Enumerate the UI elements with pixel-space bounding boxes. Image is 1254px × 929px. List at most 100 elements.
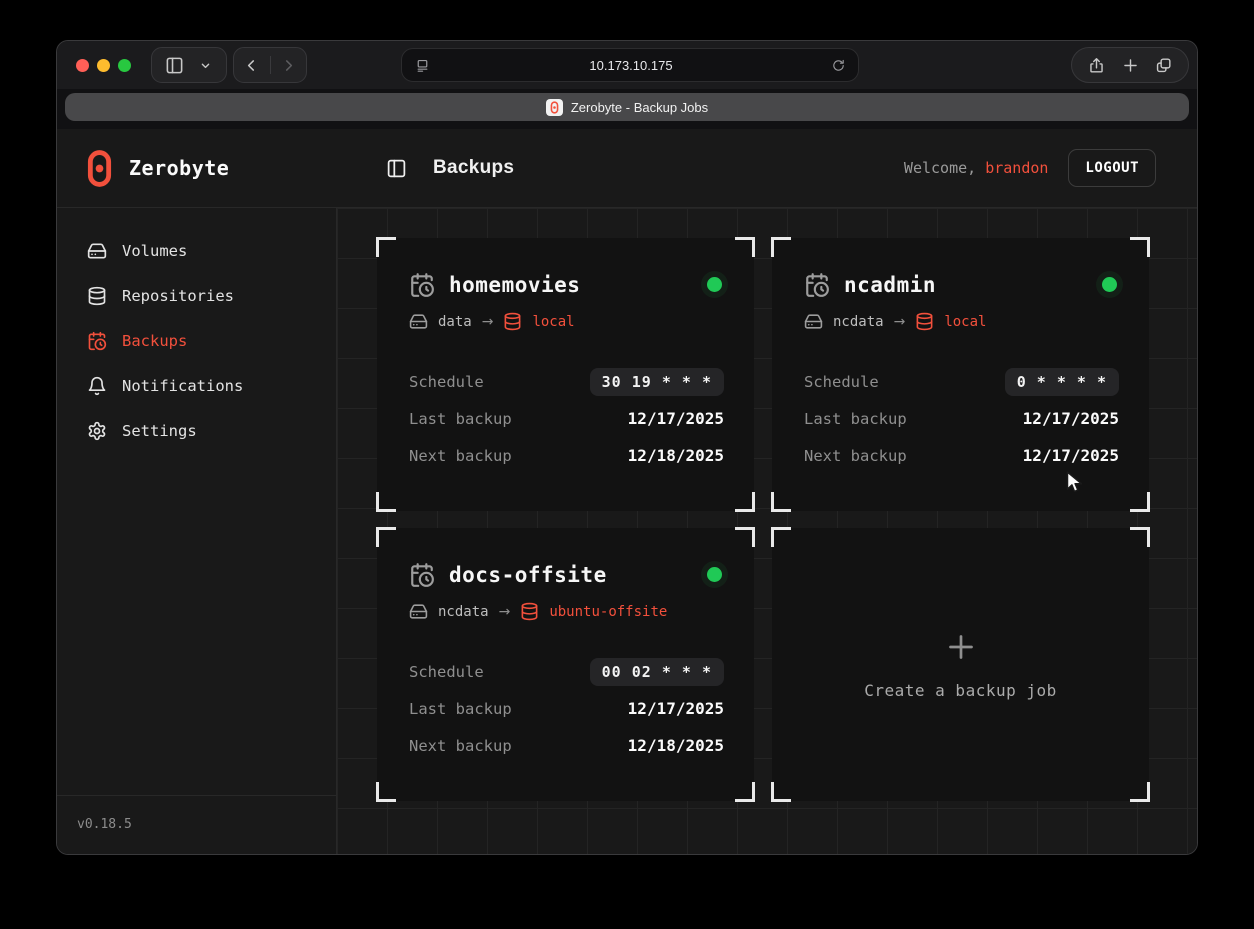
corner-bracket [735, 237, 755, 257]
job-name: homemovies [449, 273, 580, 297]
corner-bracket [1130, 492, 1150, 512]
browser-sidebar-group [151, 47, 227, 83]
corner-bracket [1130, 237, 1150, 257]
sidebar-item-backups[interactable]: Backups [57, 318, 336, 363]
corner-bracket [376, 527, 396, 547]
page-title-wrap: Backups [386, 129, 514, 207]
backup-job-card-ncadmin[interactable]: ncadmin ncdata → local Schedule 0 * * * * [772, 238, 1149, 511]
brand-name: Zerobyte [129, 156, 229, 180]
sidebar-item-settings[interactable]: Settings [57, 408, 336, 453]
browser-toolbar: 10.173.10.175 [57, 41, 1197, 89]
zoom-window-button[interactable] [118, 59, 131, 72]
address-bar[interactable]: 10.173.10.175 [401, 48, 859, 82]
database-icon [503, 312, 522, 331]
create-backup-job-card[interactable]: Create a backup job [772, 528, 1149, 801]
card-header: homemovies [409, 272, 724, 298]
browser-actions-group [1071, 47, 1189, 83]
calendar-clock-icon [409, 562, 435, 588]
chevron-down-icon[interactable] [198, 58, 213, 73]
sidebar-toggle-icon[interactable] [165, 56, 184, 75]
last-backup-label: Last backup [804, 410, 907, 428]
brand[interactable]: Zerobyte [86, 129, 229, 207]
last-backup-date: 12/17/2025 [1023, 409, 1119, 428]
browser-window: 10.173.10.175 Zerobyte - Backup Jobs [56, 40, 1198, 855]
calendar-clock-icon [87, 331, 107, 351]
corner-bracket [735, 782, 755, 802]
panel-left-icon[interactable] [386, 158, 407, 179]
plus-icon [943, 629, 979, 665]
sidebar-item-label: Settings [122, 422, 197, 440]
schedule-label: Schedule [409, 663, 484, 681]
corner-bracket [1130, 527, 1150, 547]
active-tab[interactable]: Zerobyte - Backup Jobs [65, 93, 1189, 121]
share-icon[interactable] [1087, 56, 1106, 75]
next-backup-label: Next backup [409, 447, 512, 465]
database-icon [520, 602, 539, 621]
job-route: data → local [409, 312, 724, 331]
sidebar-item-label: Notifications [122, 377, 243, 395]
sidebar: Volumes Repositories Backups Notifi [57, 208, 337, 855]
status-ok-dot [707, 277, 722, 292]
url-text[interactable]: 10.173.10.175 [431, 58, 831, 73]
forward-button[interactable] [280, 57, 297, 74]
schedule-cron: 0 * * * * [1005, 368, 1119, 396]
corner-bracket [376, 237, 396, 257]
corner-bracket [376, 492, 396, 512]
sidebar-item-notifications[interactable]: Notifications [57, 363, 336, 408]
last-backup-label: Last backup [409, 410, 512, 428]
calendar-clock-icon [804, 272, 830, 298]
sidebar-footer: v0.18.5 [57, 795, 336, 855]
backup-job-card-docs-offsite[interactable]: docs-offsite ncdata → ubuntu-offsite Sch… [377, 528, 754, 801]
back-button[interactable] [243, 57, 260, 74]
sidebar-item-repositories[interactable]: Repositories [57, 273, 336, 318]
calendar-clock-icon [409, 272, 435, 298]
corner-bracket [771, 782, 791, 802]
bell-icon [87, 376, 107, 396]
sidebar-item-volumes[interactable]: Volumes [57, 228, 336, 273]
job-route: ncdata → ubuntu-offsite [409, 602, 724, 621]
schedule-cron: 00 02 * * * [590, 658, 724, 686]
corner-bracket [771, 527, 791, 547]
backup-jobs-grid: homemovies data → local Schedule30 19 * … [337, 208, 1197, 855]
logout-button[interactable]: LOGOUT [1068, 149, 1156, 187]
corner-bracket [771, 237, 791, 257]
job-route: ncdata → local [804, 312, 1119, 331]
sidebar-nav: Volumes Repositories Backups Notifi [57, 208, 336, 795]
minimize-window-button[interactable] [97, 59, 110, 72]
card-header: ncadmin [804, 272, 1119, 298]
arrow-right-icon: → [499, 604, 511, 620]
close-window-button[interactable] [76, 59, 89, 72]
arrow-right-icon: → [482, 314, 494, 330]
status-ok-dot [707, 567, 722, 582]
page-title: Backups [433, 157, 514, 179]
last-backup-label: Last backup [409, 700, 512, 718]
header-right: Welcome, brandon LOGOUT [904, 129, 1156, 207]
job-name: docs-offsite [449, 563, 607, 587]
job-name: ncadmin [844, 273, 936, 297]
source-volume: data [438, 314, 472, 330]
reload-icon[interactable] [831, 58, 846, 73]
next-backup-date: 12/18/2025 [628, 446, 724, 465]
new-tab-icon[interactable] [1121, 56, 1140, 75]
corner-bracket [1130, 782, 1150, 802]
database-icon [915, 312, 934, 331]
page-settings-icon[interactable] [414, 57, 431, 74]
source-volume: ncdata [438, 604, 489, 620]
job-details: Schedule0 * * * * Last backup12/17/2025 … [804, 363, 1119, 474]
hard-drive-icon [409, 312, 428, 331]
app-version: v0.18.5 [77, 817, 132, 832]
window-controls [76, 59, 131, 72]
tab-overview-icon[interactable] [1154, 56, 1173, 75]
backup-job-card-homemovies[interactable]: homemovies data → local Schedule30 19 * … [377, 238, 754, 511]
tab-strip: Zerobyte - Backup Jobs [57, 89, 1197, 129]
source-volume: ncdata [833, 314, 884, 330]
hard-drive-icon [87, 241, 107, 261]
next-backup-label: Next backup [804, 447, 907, 465]
tab-title: Zerobyte - Backup Jobs [571, 100, 708, 115]
schedule-label: Schedule [804, 373, 879, 391]
next-backup-label: Next backup [409, 737, 512, 755]
corner-bracket [735, 492, 755, 512]
welcome-text: Welcome, brandon [904, 159, 1049, 177]
last-backup-date: 12/17/2025 [628, 699, 724, 718]
arrow-right-icon: → [894, 314, 906, 330]
